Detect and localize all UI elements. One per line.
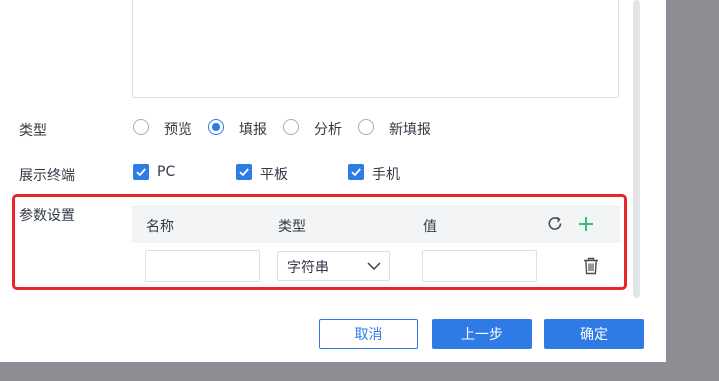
radio-analysis-label: 分析 (314, 122, 342, 138)
description-textarea[interactable] (132, 0, 619, 98)
cancel-button[interactable]: 取消 (319, 319, 418, 349)
dialog: 类型 预览 填报 分析 新填报 展示终端 PC 平板 手机 参数设置 名称 类型… (0, 0, 666, 362)
radio-preview[interactable] (133, 119, 149, 135)
radio-analysis[interactable] (283, 119, 299, 135)
check-icon (239, 168, 249, 177)
checkbox-mobile[interactable] (348, 164, 364, 180)
radio-fill[interactable] (208, 119, 224, 135)
checkbox-pc[interactable] (133, 164, 149, 180)
type-label: 类型 (19, 123, 47, 139)
checkbox-tablet-label: 平板 (260, 167, 288, 183)
radio-new-fill-label: 新填报 (389, 122, 431, 138)
scrollbar[interactable] (633, 0, 640, 298)
checkbox-tablet[interactable] (236, 164, 252, 180)
previous-step-button[interactable]: 上一步 (432, 319, 532, 349)
radio-preview-label: 预览 (164, 122, 192, 138)
params-highlight-box (12, 194, 627, 290)
checkbox-mobile-label: 手机 (372, 167, 400, 183)
check-icon (136, 168, 146, 177)
checkbox-pc-label: PC (157, 164, 176, 180)
check-icon (351, 168, 361, 177)
radio-new-fill[interactable] (358, 119, 374, 135)
terminal-label: 展示终端 (19, 168, 75, 184)
radio-fill-label: 填报 (239, 122, 267, 138)
confirm-button[interactable]: 确定 (544, 319, 644, 349)
